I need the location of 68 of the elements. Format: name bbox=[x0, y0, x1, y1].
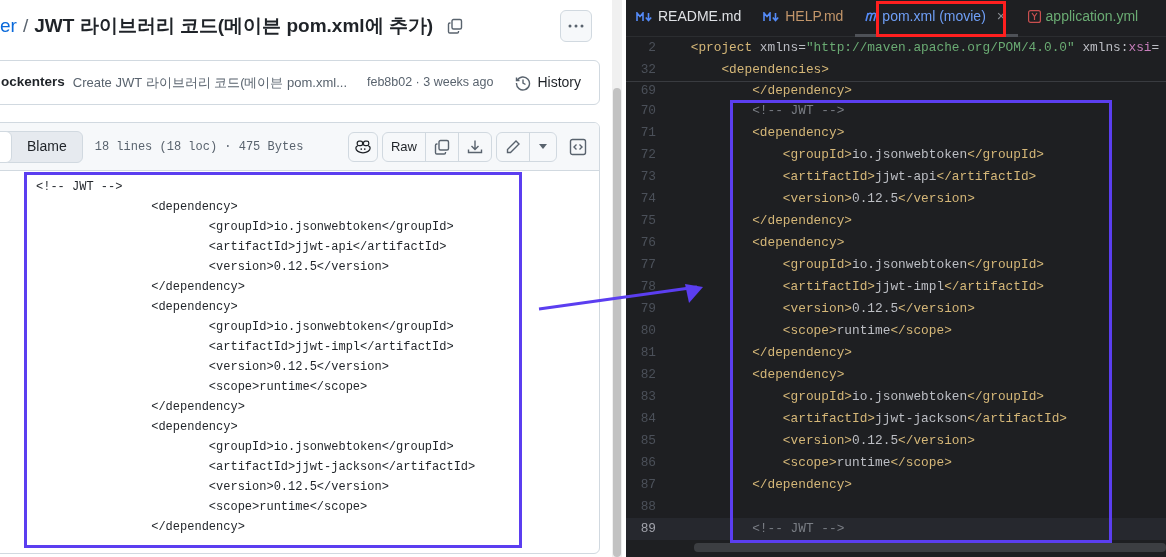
commit-author[interactable]: ockenters bbox=[1, 72, 65, 93]
horizontal-scrollbar[interactable] bbox=[694, 543, 1166, 552]
editor-tab[interactable]: README.md bbox=[626, 0, 754, 37]
code-line: </dependency> bbox=[751, 212, 852, 231]
download-icon bbox=[467, 138, 483, 155]
markdown-icon bbox=[636, 11, 653, 22]
code-line: <dependency> bbox=[751, 124, 845, 143]
code-line: <version>0.12.5</version> bbox=[207, 259, 389, 276]
code-line: </dependency> bbox=[751, 476, 852, 495]
code-line: <groupId>io.jsonwebtoken</groupId> bbox=[781, 146, 1044, 165]
code-line: <!-- JWT --> bbox=[751, 102, 845, 121]
code-line: <dependency> bbox=[150, 299, 238, 316]
editor-tab[interactable]: HELP.md bbox=[753, 0, 856, 37]
code-line: <!-- JWT --> bbox=[36, 179, 123, 196]
maven-icon bbox=[865, 11, 878, 22]
history-button[interactable]: History bbox=[509, 71, 587, 94]
dots-icon bbox=[568, 24, 584, 28]
editor-tab[interactable]: application.yml bbox=[1017, 0, 1151, 37]
commit-meta[interactable]: feb8b02 · 3 weeks ago bbox=[366, 73, 494, 92]
code-line: </dependency> bbox=[150, 399, 245, 416]
line-number: 89 bbox=[639, 520, 656, 539]
code-line: <project xmlns="http://maven.apache.org/POM/4.0.0" xmlns:xsi= bbox=[689, 39, 1160, 58]
code-line: <groupId>io.jsonwebtoken</groupId> bbox=[781, 388, 1044, 407]
code-line: <groupId>io.jsonwebtoken</groupId> bbox=[781, 256, 1044, 275]
breadcrumb-link[interactable]: er bbox=[0, 11, 17, 41]
commit-message[interactable]: Create JWT 라이브러리 코드(메이븐 pom.xml... bbox=[72, 72, 348, 93]
code-line: <version>0.12.5</version> bbox=[781, 300, 975, 319]
file-title: JWT 라이브러리 코드(메이븐 pom.xml에 추가) bbox=[34, 13, 434, 38]
code-line: <version>0.12.5</version> bbox=[207, 479, 389, 496]
markdown-icon bbox=[763, 11, 781, 22]
pencil-icon bbox=[505, 138, 521, 155]
code-line: <scope>runtime</scope> bbox=[781, 454, 952, 473]
code-line: <groupId>io.jsonwebtoken</groupId> bbox=[207, 219, 454, 236]
code-line: </dependency> bbox=[150, 519, 245, 536]
code-line: <scope>runtime</scope> bbox=[207, 499, 368, 516]
code-line: </dependency> bbox=[751, 344, 852, 363]
code-line: </dependency> bbox=[150, 279, 245, 296]
code-icon bbox=[569, 138, 587, 157]
code-line: <dependency> bbox=[150, 199, 238, 216]
code-line: <version>0.12.5</version> bbox=[207, 359, 389, 376]
code-line: <dependency> bbox=[150, 419, 238, 436]
copilot-button[interactable] bbox=[348, 131, 378, 162]
yaml-icon bbox=[1027, 10, 1041, 23]
code-line: <artifactId>jjwt-jackson</artifactId> bbox=[781, 410, 1068, 429]
robot-face-icon bbox=[355, 138, 371, 155]
copy-icon[interactable] bbox=[447, 18, 464, 34]
code-line: <scope>runtime</scope> bbox=[207, 379, 368, 396]
code-line: <dependencies> bbox=[720, 61, 829, 80]
code-line: <dependency> bbox=[751, 366, 845, 385]
code-line: <version>0.12.5</version> bbox=[781, 432, 975, 451]
code-line: <groupId>io.jsonwebtoken</groupId> bbox=[207, 319, 454, 336]
code-line: <artifactId>jjwt-api</artifactId> bbox=[781, 168, 1037, 187]
file-info: 18 lines (18 loc) · 475 Bytes bbox=[94, 138, 304, 156]
caret-icon bbox=[538, 143, 548, 150]
code-line: <version>0.12.5</version> bbox=[781, 190, 975, 209]
copy-icon bbox=[434, 138, 450, 155]
code-line: <!-- JWT --> bbox=[751, 520, 845, 539]
breadcrumb-separator: / bbox=[22, 13, 29, 38]
code-line: <artifactId>jjwt-api</artifactId> bbox=[207, 239, 447, 256]
code-line: <artifactId>jjwt-impl</artifactId> bbox=[781, 278, 1044, 297]
code-line: <groupId>io.jsonwebtoken</groupId> bbox=[207, 439, 454, 456]
scrollbar-thumb[interactable] bbox=[613, 88, 621, 557]
code-line: </dependency> bbox=[751, 82, 852, 101]
history-icon bbox=[515, 74, 532, 91]
code-line: <scope>runtime</scope> bbox=[781, 322, 952, 341]
code-line: <artifactId>jjwt-impl</artifactId> bbox=[207, 339, 454, 356]
code-line: <artifactId>jjwt-jackson</artifactId> bbox=[207, 459, 476, 476]
code-line: <dependency> bbox=[751, 234, 845, 253]
